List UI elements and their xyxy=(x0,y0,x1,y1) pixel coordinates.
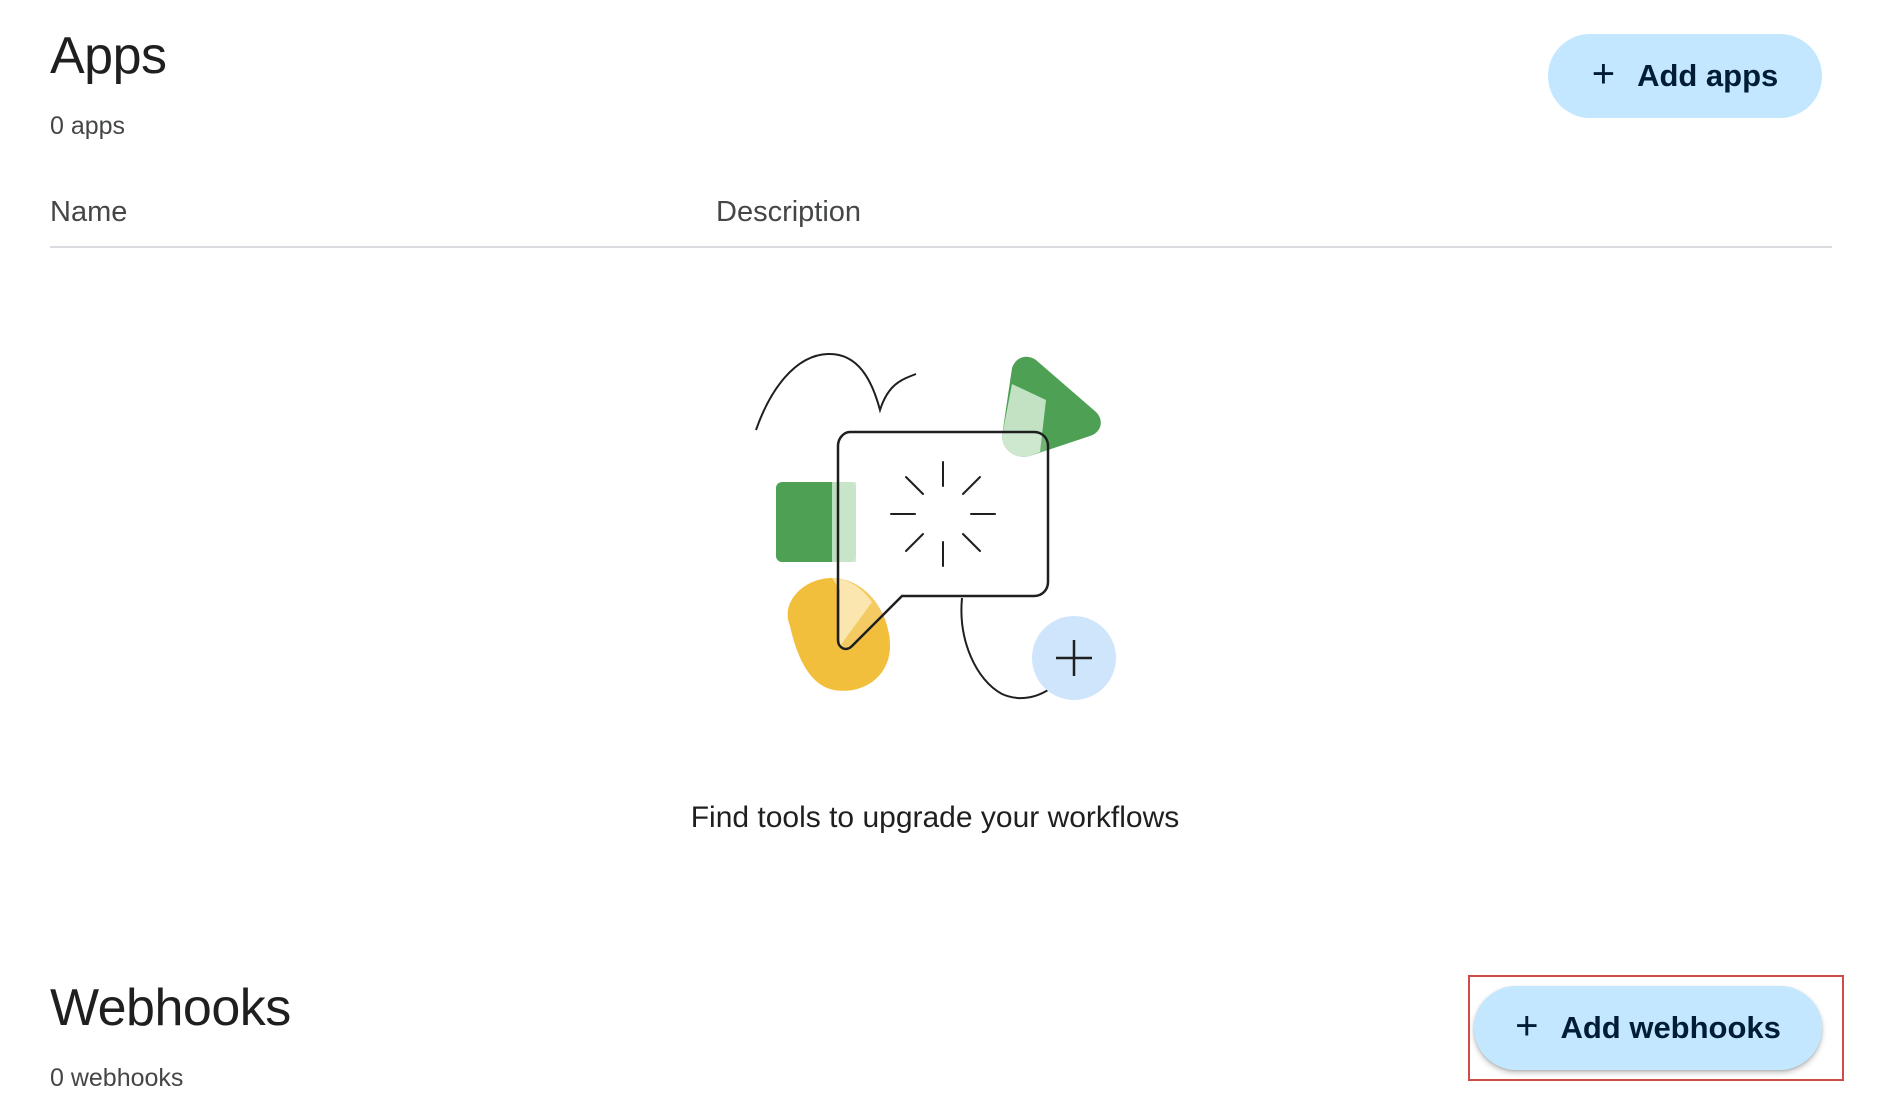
webhooks-count: 0 webhooks xyxy=(50,1064,184,1092)
webhooks-section-title: Webhooks xyxy=(50,979,291,1037)
column-header-name[interactable]: Name xyxy=(50,196,127,229)
add-webhooks-button-label: Add webhooks xyxy=(1560,1010,1781,1045)
empty-state-message: Find tools to upgrade your workflows xyxy=(690,801,1180,834)
apps-section-title: Apps xyxy=(50,27,167,85)
empty-state-illustration xyxy=(740,340,1140,730)
add-apps-button[interactable]: + Add apps xyxy=(1548,34,1822,118)
apps-webhooks-page: Apps 0 apps + Add apps Name Description xyxy=(0,0,1878,1094)
plus-icon: + xyxy=(1515,1004,1539,1048)
add-webhooks-button[interactable]: + Add webhooks xyxy=(1474,986,1822,1070)
add-apps-button-label: Add apps xyxy=(1637,58,1779,93)
apps-table-header: Name Description xyxy=(50,196,1832,248)
chat-bubble-sparkle-illustration-icon xyxy=(755,352,1116,700)
column-header-description[interactable]: Description xyxy=(716,196,861,229)
plus-icon: + xyxy=(1591,52,1616,96)
apps-count: 0 apps xyxy=(50,112,126,140)
